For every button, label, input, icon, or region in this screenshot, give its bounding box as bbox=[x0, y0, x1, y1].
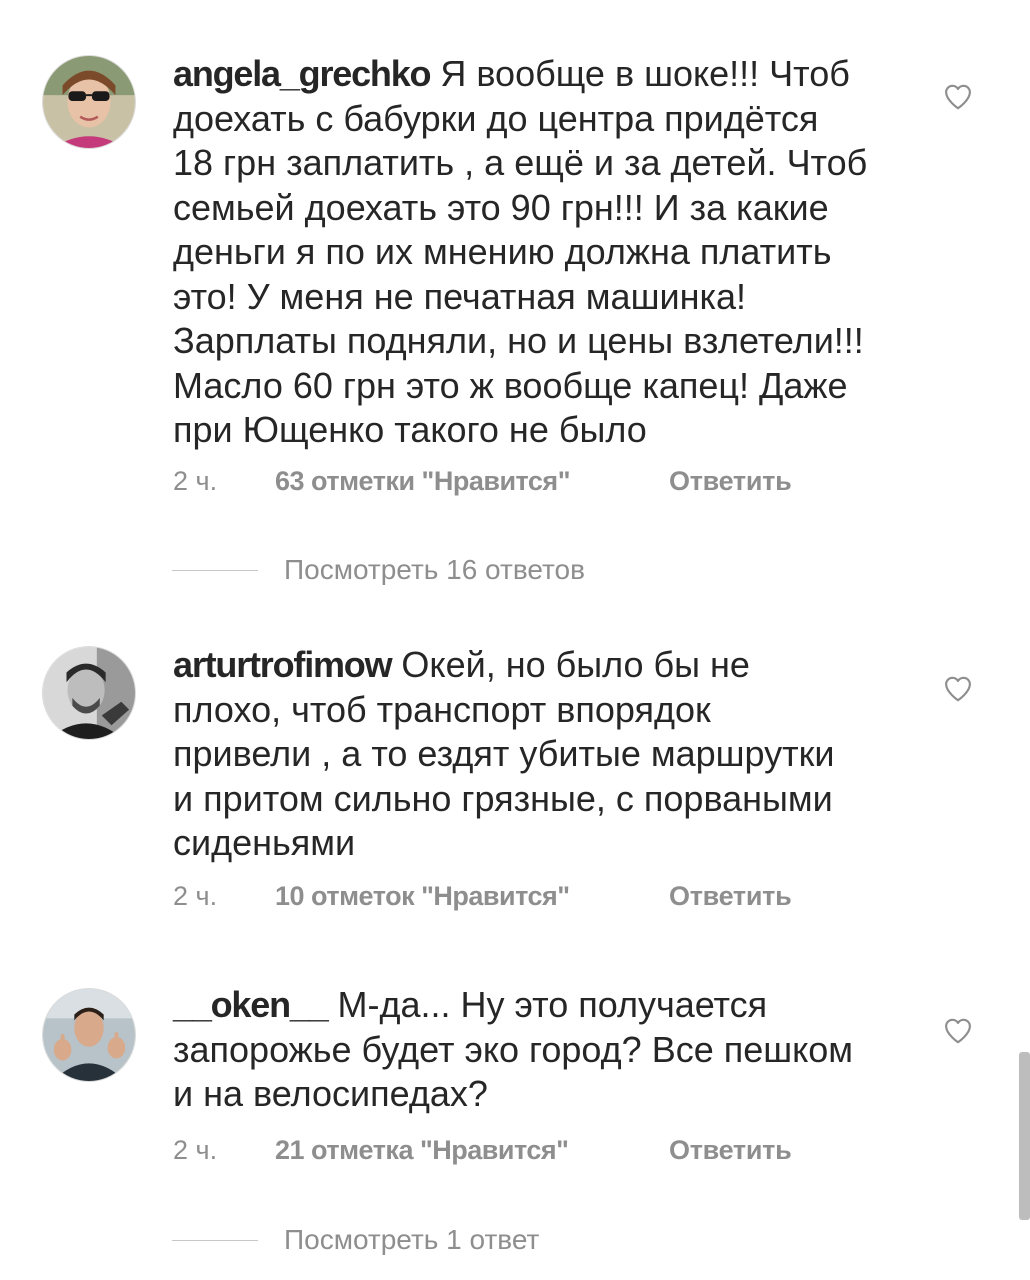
comment-line: Масло 60 грн это ж вообще капец! Даже bbox=[173, 364, 848, 406]
view-replies-divider bbox=[172, 1240, 258, 1241]
likes-count-button[interactable]: 10 отметок "Нравится" bbox=[275, 876, 570, 916]
comment-line: Зарплаты подняли, но и цены взлетели!!! bbox=[173, 320, 864, 361]
comment-time: 2 ч. bbox=[173, 881, 218, 911]
comment-line: 18 грн заплатить , а ещё и за детей. Что… bbox=[173, 142, 868, 183]
heart-outline-icon[interactable] bbox=[943, 82, 973, 112]
comment-line: привели , а то ездят убитые маршрутки bbox=[173, 733, 835, 774]
comment-line: М-да... Ну это получается bbox=[337, 984, 768, 1025]
avatar[interactable] bbox=[42, 55, 136, 149]
comment-line: сиденьями bbox=[173, 822, 356, 863]
avatar-man-bw-icon bbox=[43, 647, 135, 739]
avatar[interactable] bbox=[42, 988, 136, 1082]
view-replies-label: Посмотреть 1 ответ bbox=[284, 1224, 540, 1255]
comment-line: Я вообще в шоке!!! Чтоб bbox=[440, 53, 850, 94]
avatar-man-gesture-icon bbox=[43, 989, 135, 1081]
comment-text: __oken__ М-да... Ну это получается запоро… bbox=[173, 983, 913, 1117]
heart-outline-icon[interactable] bbox=[943, 674, 973, 704]
comment-line: и на велосипедах? bbox=[173, 1073, 488, 1114]
comment-line: семьей доехать это 90 грн!!! И за какие bbox=[173, 186, 829, 228]
comment-line: плохо, чтоб транспорт впорядок bbox=[173, 688, 711, 730]
avatar-woman-sunglasses-icon bbox=[43, 56, 135, 148]
reply-button[interactable]: Ответить bbox=[669, 876, 792, 916]
heart-outline-icon[interactable] bbox=[943, 1016, 973, 1046]
comment-text: angela_grechko Я вообще в шоке!!! Чтоб до… bbox=[173, 52, 913, 453]
comment-username[interactable]: arturtrofimow bbox=[173, 644, 393, 685]
reply-button[interactable]: Ответить bbox=[669, 461, 792, 501]
comment-line: доехать с бабурки до центра придётся bbox=[173, 97, 819, 139]
view-replies-divider bbox=[172, 570, 258, 571]
comment-username[interactable]: __oken__ bbox=[173, 984, 329, 1025]
avatar[interactable] bbox=[42, 646, 136, 740]
comment-text: arturtrofimow Окей, но было бы не плохо, … bbox=[173, 643, 913, 866]
reply-button[interactable]: Ответить bbox=[669, 1130, 792, 1170]
comment-time: 2 ч. bbox=[173, 1135, 218, 1165]
comment-line: Окей, но было бы не bbox=[401, 644, 750, 685]
comment-line: деньги я по их мнению должна платить bbox=[173, 231, 832, 272]
likes-count-button[interactable]: 63 отметки "Нравится" bbox=[275, 461, 571, 501]
comment-line: при Ющенко такого не было bbox=[173, 409, 647, 450]
likes-count-button[interactable]: 21 отметка "Нравится" bbox=[275, 1130, 569, 1170]
comment-line: запорожье будет эко город? Все пешком bbox=[173, 1028, 854, 1070]
comment-time: 2 ч. bbox=[173, 466, 218, 496]
comment-line: и притом сильно грязные, с порваными bbox=[173, 777, 833, 819]
comment-username[interactable]: angela_grechko bbox=[173, 53, 432, 94]
scrollbar[interactable] bbox=[1019, 1052, 1030, 1220]
comment-line: это! У меня не печатная машинка! bbox=[173, 275, 747, 317]
view-replies-label: Посмотреть 16 ответов bbox=[284, 554, 585, 585]
